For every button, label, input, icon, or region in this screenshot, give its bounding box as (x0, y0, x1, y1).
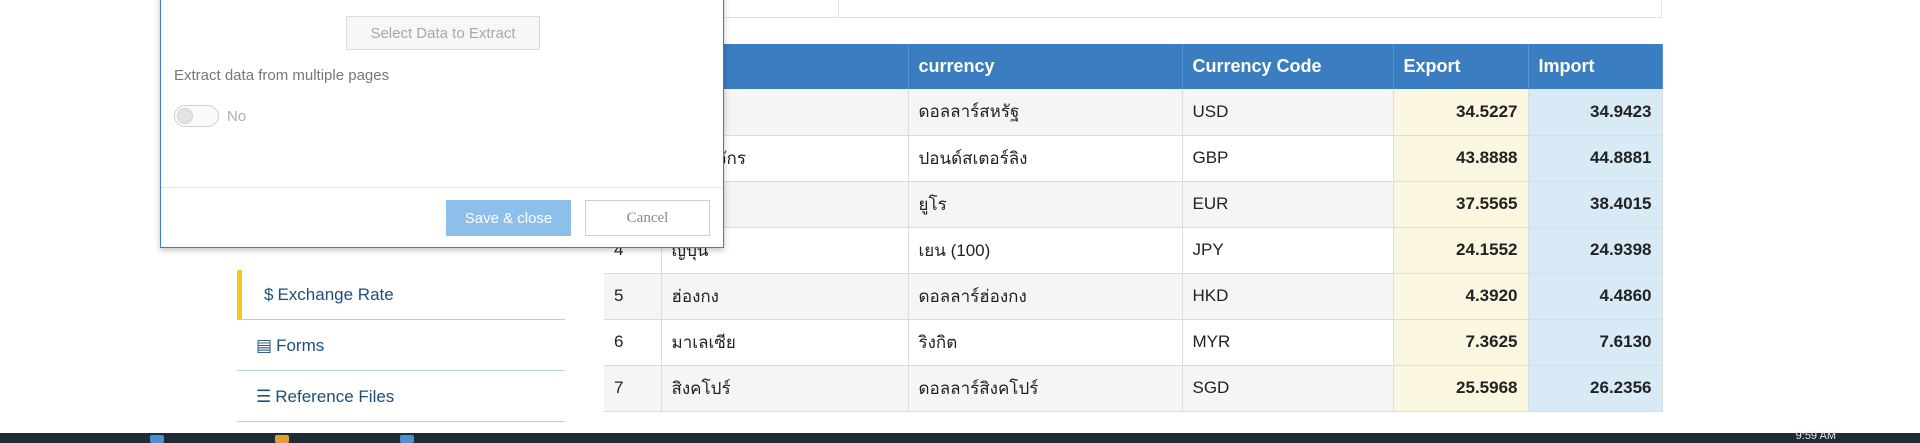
taskbar-app-icon[interactable] (150, 435, 164, 443)
currency-code-cell: GBP (1182, 135, 1394, 182)
exchange-rate-table: y currency Currency Code Export Import เ… (604, 44, 1663, 412)
table-row: อาณาจักรปอนด์สเตอร์ลิงGBP43.888844.8881 (604, 135, 1663, 182)
currency-code-cell: SGD (1182, 365, 1394, 412)
table-row: เมริกาดอลลาร์สหรัฐUSD34.522734.9423 (604, 89, 1663, 136)
sidebar-item-reference-files[interactable]: ☰ Reference Files (237, 372, 565, 422)
cancel-button[interactable]: Cancel (585, 200, 710, 236)
column-header-export: Export (1393, 44, 1529, 89)
currency-cell: ยูโร (908, 181, 1183, 228)
forms-icon: ▤ (256, 335, 273, 355)
export-rate-cell: 37.5565 (1393, 181, 1529, 228)
list-icon: ☰ (256, 386, 272, 406)
export-rate-cell: 43.8888 (1393, 135, 1529, 182)
taskbar-clock: 9:59 AM (1795, 430, 1836, 442)
import-rate-cell: 34.9423 (1528, 89, 1663, 136)
currency-cell: ดอลลาร์ฮ่องกง (908, 273, 1183, 320)
form-row (604, 0, 1662, 18)
select-data-button[interactable]: Select Data to Extract (346, 16, 540, 50)
import-rate-cell: 38.4015 (1528, 181, 1663, 228)
taskbar-app-icon[interactable] (400, 435, 414, 443)
sidebar-item-label: Forms (276, 335, 325, 355)
extract-data-dialog: Select Data to Extract Extract data from… (160, 0, 724, 248)
sidebar-item-forms[interactable]: ▤ Forms (237, 321, 565, 371)
table-row: 7 สิงคโปร์ ดอลลาร์สิงคโปร์ SGD 25.5968 26.235… (604, 365, 1663, 412)
toggle-knob (177, 108, 193, 124)
currency-code-cell: EUR (1182, 181, 1394, 228)
sidebar-item-exchange-rate[interactable]: $ Exchange Rate (237, 270, 565, 320)
row-number-cell: 5 (604, 273, 662, 320)
row-number-cell: 6 (604, 319, 662, 366)
table-row: 4 ญี่ปุ่น เยน (100) JPY 24.1552 24.9398 (604, 227, 1663, 274)
multi-page-toggle[interactable] (174, 105, 219, 127)
taskbar-app-icon[interactable] (275, 435, 289, 443)
currency-code-cell: MYR (1182, 319, 1394, 366)
column-header-import: Import (1528, 44, 1663, 89)
import-rate-cell: 26.2356 (1528, 365, 1663, 412)
toggle-state-label: No (227, 108, 247, 125)
row-number-cell: 7 (604, 365, 662, 412)
export-rate-cell: 25.5968 (1393, 365, 1529, 412)
import-rate-cell: 4.4860 (1528, 273, 1663, 320)
currency-cell: ปอนด์สเตอร์ลิง (908, 135, 1183, 182)
import-rate-cell: 7.6130 (1528, 319, 1663, 366)
sidebar-item-label: Reference Files (275, 386, 395, 406)
currency-code-cell: JPY (1182, 227, 1394, 274)
export-rate-cell: 24.1552 (1393, 227, 1529, 274)
country-cell: สิงคโปร์ (661, 365, 909, 412)
table-header-row: y currency Currency Code Export Import (604, 44, 1663, 89)
currency-cell: ดอลลาร์สิงคโปร์ (908, 365, 1183, 412)
table-row: 6 มาเลเซีย ริงกิต MYR 7.3625 7.6130 (604, 319, 1663, 366)
table-row: นยูโรEUR37.556538.4015 (604, 181, 1663, 228)
country-cell: ฮ่องกง (661, 273, 909, 320)
currency-cell: ริงกิต (908, 319, 1183, 366)
column-header-currency: currency (908, 44, 1183, 89)
table-row: 5 ฮ่องกง ดอลลาร์ฮ่องกง HKD 4.3920 4.4860 (604, 273, 1663, 320)
currency-cell: เยน (100) (908, 227, 1183, 274)
currency-cell: ดอลลาร์สหรัฐ (908, 89, 1183, 136)
sidebar-item-label: Exchange Rate (277, 284, 394, 304)
export-rate-cell: 34.5227 (1393, 89, 1529, 136)
column-header-currency-code: Currency Code (1182, 44, 1394, 89)
import-rate-cell: 24.9398 (1528, 227, 1663, 274)
export-rate-cell: 7.3625 (1393, 319, 1529, 366)
multi-page-label: Extract data from multiple pages (174, 67, 390, 84)
currency-code-cell: USD (1182, 89, 1394, 136)
export-rate-cell: 4.3920 (1393, 273, 1529, 320)
dollar-icon: $ (264, 284, 274, 304)
divider (161, 187, 723, 188)
page: $ Exchange Rate ▤ Forms ☰ Reference File… (0, 0, 1920, 443)
country-cell: มาเลเซีย (661, 319, 909, 366)
currency-code-cell: HKD (1182, 273, 1394, 320)
import-rate-cell: 44.8881 (1528, 135, 1663, 182)
save-close-button[interactable]: Save & close (446, 200, 571, 236)
taskbar: 9:59 AM (0, 430, 1920, 443)
